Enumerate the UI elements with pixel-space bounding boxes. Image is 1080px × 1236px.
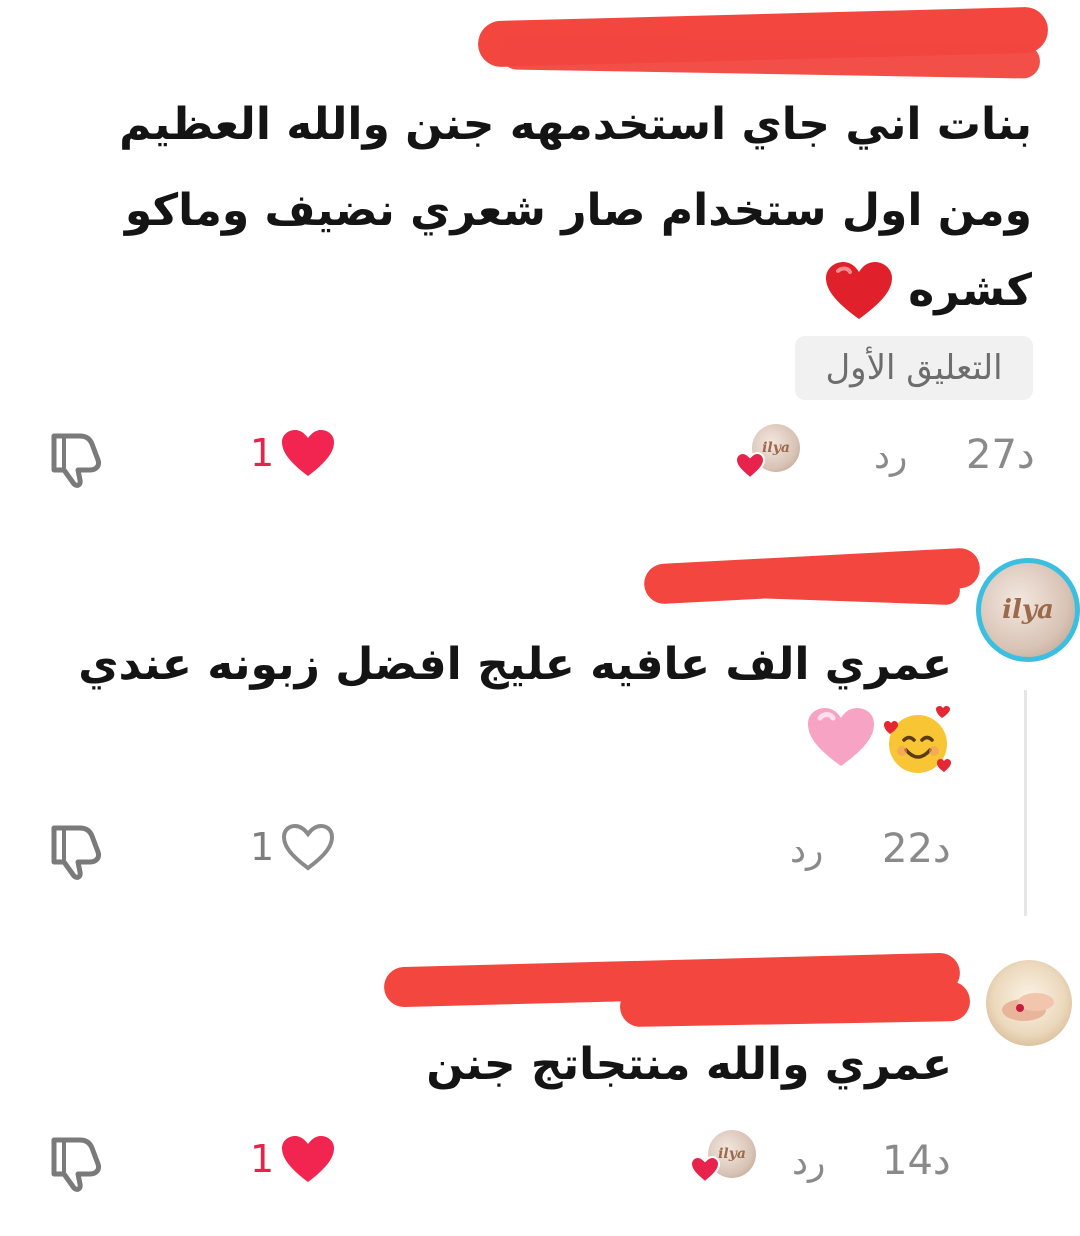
comment-3-reply-button[interactable]: رد	[792, 1142, 825, 1183]
comment-3-like-button[interactable]: 1	[250, 1134, 336, 1184]
comment-1-time: 27د	[966, 432, 1035, 478]
comment-1-line-1: بنات اني جاي استخدمهه جنن والله العظيم	[119, 99, 1032, 150]
comment-2-like-count: 1	[250, 825, 275, 869]
first-comment-badge: التعليق الأول	[795, 336, 1033, 400]
avatar-monogram: ilya	[762, 440, 790, 456]
comment-1-like-button[interactable]: 1	[250, 428, 336, 478]
heart-filled-icon	[280, 428, 336, 478]
thumbs-down-icon[interactable]	[46, 822, 106, 880]
thumbs-down-icon[interactable]	[46, 1134, 106, 1192]
comment-1-like-count: 1	[250, 431, 275, 475]
heart-outline-icon	[280, 822, 336, 872]
creator-heart-icon	[735, 452, 765, 479]
comment-2-line-1: عمري الف عافيه عليج افضل زبونه عندي	[78, 639, 952, 690]
comment-1-line-3-text: كشره	[908, 265, 1032, 316]
creator-heart-icon	[690, 1156, 720, 1183]
comment-1-reply-button[interactable]: رد	[874, 436, 907, 477]
heart-filled-icon	[280, 1134, 336, 1184]
commenter-avatar[interactable]	[986, 960, 1072, 1046]
comment-2-time: 22د	[882, 826, 951, 872]
comment-1-line-3: كشره	[824, 256, 1032, 326]
redacted-username-stroke	[619, 980, 971, 1028]
avatar-monogram: ilya	[1002, 595, 1054, 625]
thumbs-down-icon[interactable]	[46, 430, 106, 488]
pink-heart-emoji-icon	[806, 706, 876, 778]
commenter-avatar[interactable]: ilya	[976, 558, 1080, 662]
hands-photo-icon	[1002, 993, 1054, 1021]
comment-1-line-2: ومن اول ستخدام صار شعري نضيف وماكو	[124, 185, 1032, 236]
comment-3-line-1: عمري والله منتجاتج جنن	[426, 1039, 952, 1090]
comment-2-reply-button[interactable]: رد	[790, 830, 823, 871]
red-heart-emoji-icon	[824, 261, 894, 321]
smiling-face-with-hearts-emoji-icon	[882, 706, 954, 778]
comment-3-time: 14د	[882, 1138, 951, 1184]
comment-3-like-count: 1	[250, 1137, 275, 1181]
comment-2-emoji-row	[806, 706, 954, 778]
avatar-monogram: ilya	[718, 1146, 746, 1162]
thread-line	[1024, 690, 1027, 916]
comment-2-like-button[interactable]: 1	[250, 822, 336, 872]
